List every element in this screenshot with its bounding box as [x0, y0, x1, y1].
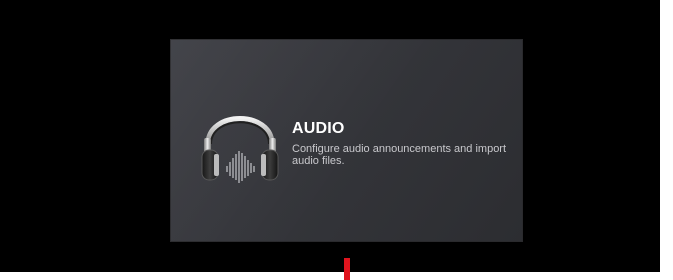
- bottom-edge-strip: [0, 272, 673, 280]
- right-edge-strip: [660, 0, 673, 280]
- headphones-icon: [201, 116, 279, 183]
- card-description: Configure audio announcements and import…: [292, 143, 507, 167]
- red-marker: [344, 258, 350, 280]
- card-title: AUDIO: [292, 120, 345, 137]
- screen: AUDIO Configure audio announcements and …: [0, 0, 673, 280]
- audio-card[interactable]: AUDIO Configure audio announcements and …: [170, 39, 523, 242]
